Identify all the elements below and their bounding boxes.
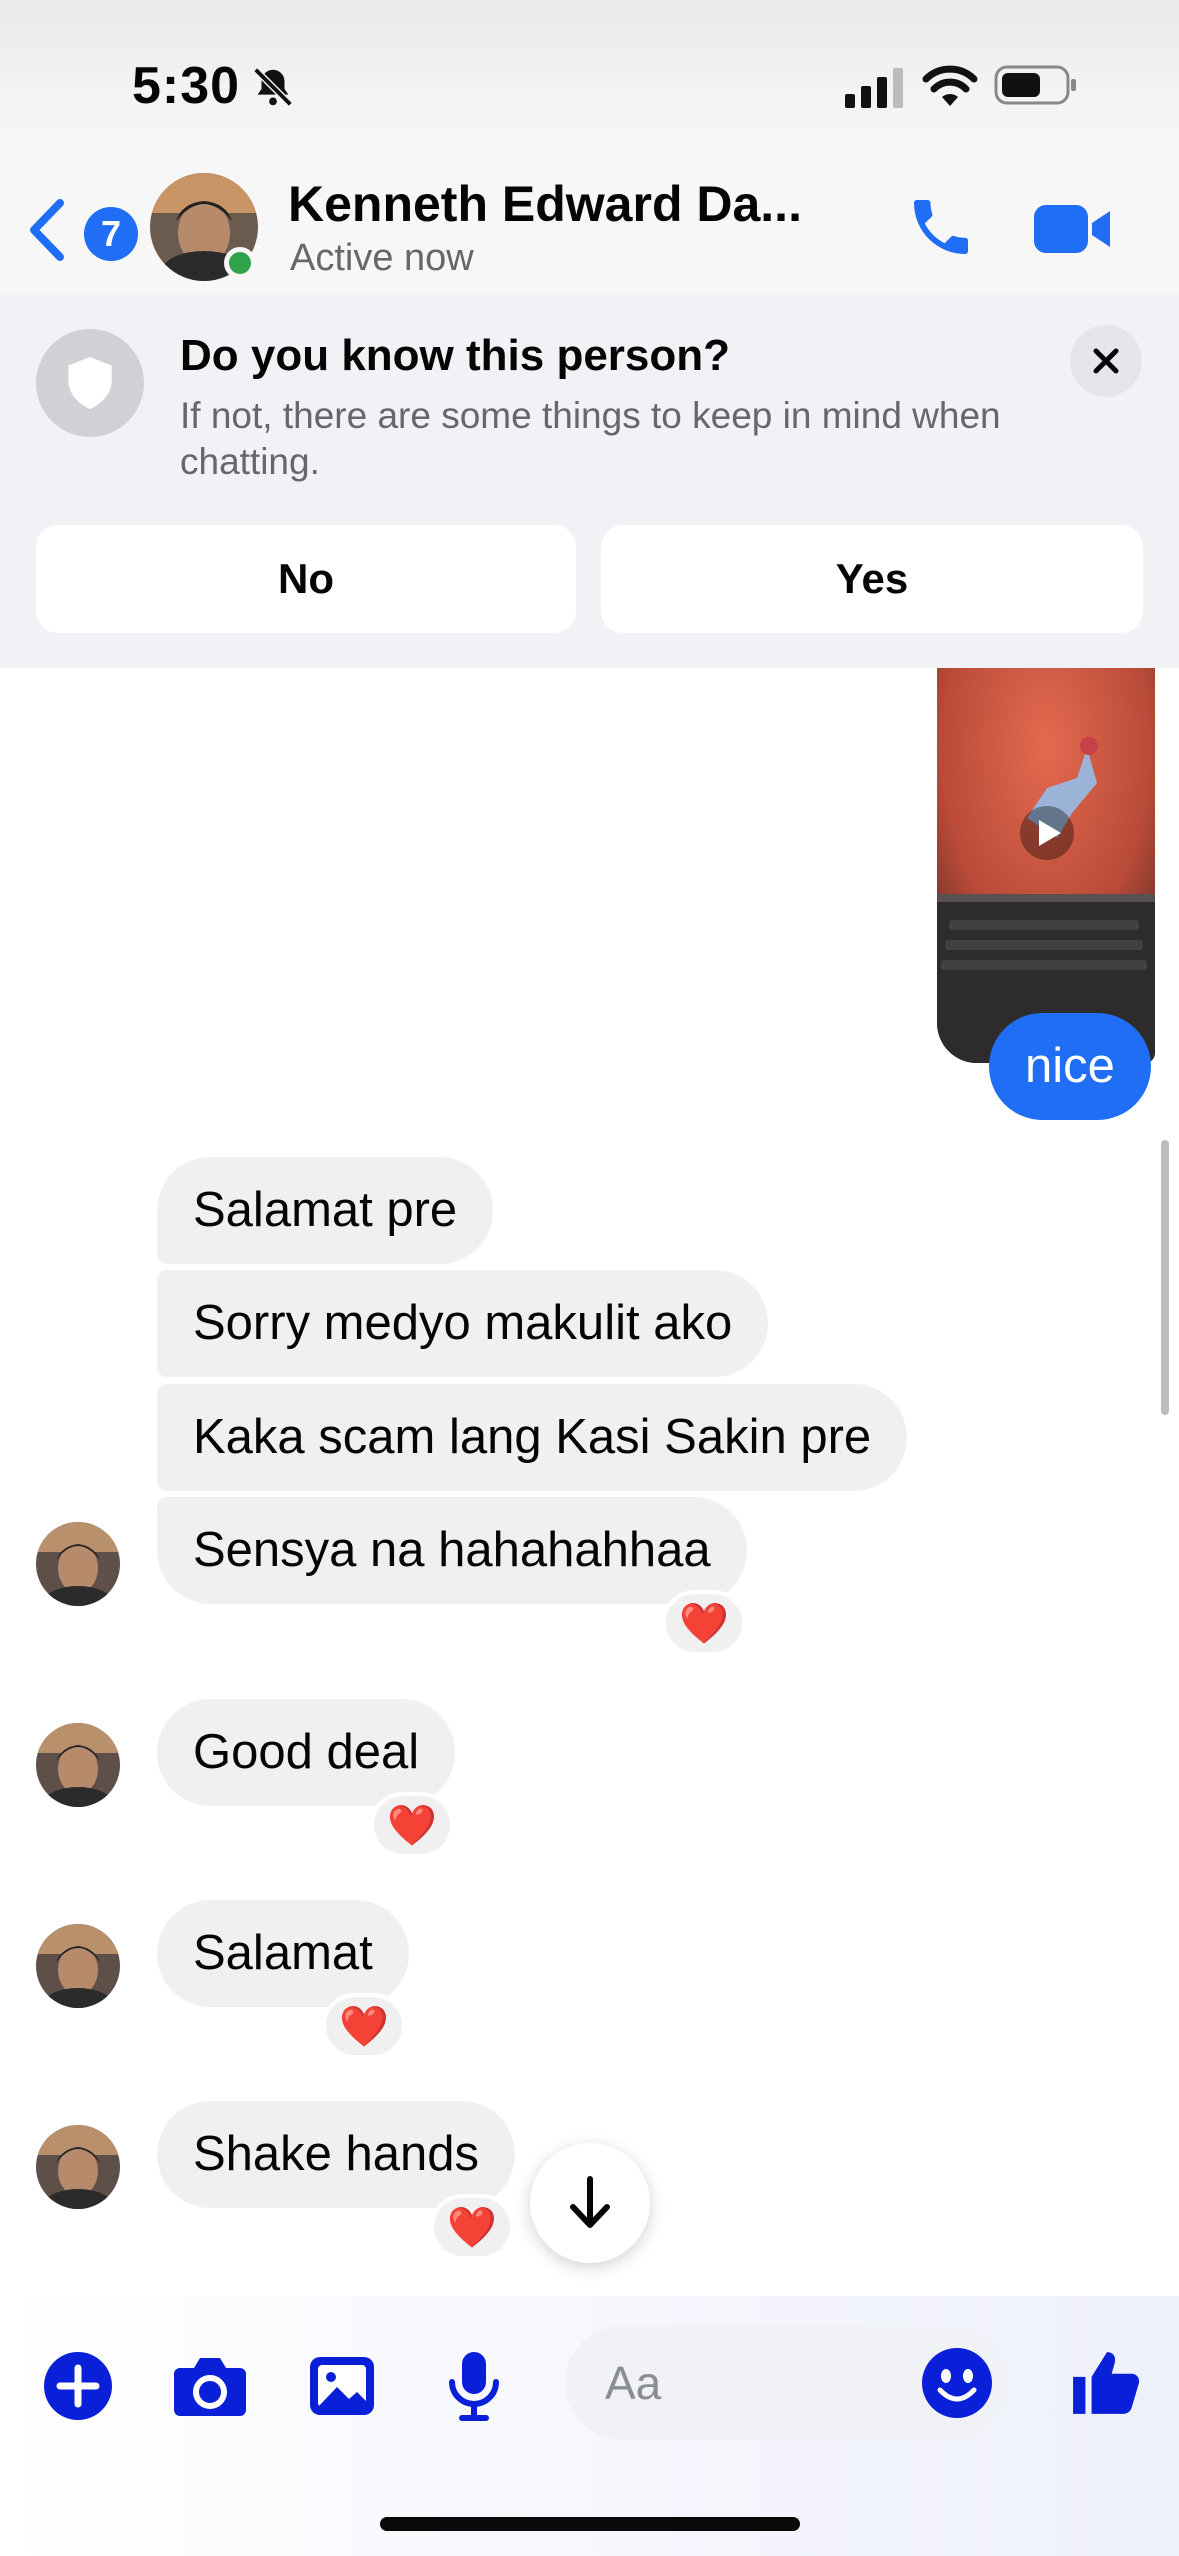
heart-reaction[interactable]: ❤️ bbox=[662, 1590, 746, 1656]
heart-reaction[interactable]: ❤️ bbox=[430, 2194, 514, 2260]
message-bubble-incoming[interactable]: Salamat pre bbox=[157, 1157, 494, 1264]
signal-icon bbox=[845, 68, 903, 108]
plus-button[interactable] bbox=[38, 2346, 118, 2426]
avatar[interactable] bbox=[36, 1723, 120, 1807]
arrow-down-icon bbox=[570, 2176, 610, 2228]
heart-reaction[interactable]: ❤️ bbox=[370, 1792, 454, 1858]
shield-icon bbox=[68, 357, 112, 409]
status-bar: 5:30 bbox=[0, 0, 1179, 165]
bell-slash-icon bbox=[253, 67, 293, 107]
message-input-container bbox=[565, 2326, 1007, 2440]
shield-badge bbox=[36, 329, 144, 437]
safety-banner: Do you know this person? If not, there a… bbox=[0, 295, 1179, 668]
message-bubble-incoming[interactable]: Sensya na hahahahhaa bbox=[157, 1497, 747, 1604]
thumbs-up-icon bbox=[1073, 2352, 1140, 2414]
battery-icon bbox=[994, 65, 1076, 105]
banner-text: If not, there are some things to keep in… bbox=[180, 395, 1001, 482]
message-bubble-incoming[interactable]: Sorry medyo makulit ako bbox=[157, 1270, 769, 1377]
status-time: 5:30 bbox=[132, 57, 241, 115]
contact-name[interactable]: Kenneth Edward Da... bbox=[288, 175, 802, 233]
avatar[interactable] bbox=[36, 2125, 120, 2209]
heart-icon: ❤️ bbox=[447, 2205, 497, 2250]
message-bubble-incoming[interactable]: Kaka scam lang Kasi Sakin pre bbox=[157, 1384, 908, 1491]
wifi-icon bbox=[922, 65, 978, 106]
plus-circle-icon bbox=[44, 2352, 112, 2420]
unread-count-badge: 7 bbox=[84, 207, 138, 261]
no-button[interactable]: No bbox=[36, 525, 576, 633]
microphone-button[interactable] bbox=[434, 2346, 514, 2426]
conversation-header: 7 Kenneth Edward Da... Active now bbox=[0, 165, 1179, 295]
message-bubble-outgoing[interactable]: nice bbox=[989, 1013, 1151, 1120]
close-button[interactable] bbox=[1070, 325, 1142, 397]
message-input[interactable] bbox=[605, 2326, 935, 2440]
avatar[interactable] bbox=[36, 1924, 120, 2008]
heart-reaction[interactable]: ❤️ bbox=[322, 1993, 406, 2059]
phone-icon[interactable] bbox=[905, 191, 977, 263]
online-status-dot bbox=[224, 247, 256, 279]
contact-status: Active now bbox=[290, 237, 474, 279]
message-bubble-incoming[interactable]: Salamat bbox=[157, 1900, 409, 2007]
like-button[interactable] bbox=[1062, 2338, 1152, 2428]
heart-icon: ❤️ bbox=[339, 2004, 389, 2049]
banner-title: Do you know this person? bbox=[180, 331, 731, 380]
microphone-icon bbox=[449, 2352, 499, 2421]
emoji-icon[interactable] bbox=[920, 2346, 994, 2420]
message-bubble-incoming[interactable]: Shake hands bbox=[157, 2101, 516, 2208]
scrollbar[interactable] bbox=[1161, 1140, 1169, 1415]
video-camera-icon[interactable] bbox=[1032, 201, 1114, 257]
gallery-icon bbox=[310, 2357, 374, 2415]
home-indicator bbox=[380, 2517, 800, 2531]
chevron-left-icon bbox=[30, 199, 64, 261]
gallery-button[interactable] bbox=[302, 2346, 382, 2426]
video-thumbnail bbox=[937, 668, 1155, 1063]
video-attachment[interactable] bbox=[937, 668, 1155, 1063]
scroll-to-bottom-button[interactable] bbox=[530, 2143, 650, 2263]
heart-icon: ❤️ bbox=[679, 1601, 729, 1646]
message-bubble-incoming[interactable]: Good deal bbox=[157, 1699, 456, 1806]
camera-button[interactable] bbox=[170, 2346, 250, 2426]
heart-icon: ❤️ bbox=[387, 1803, 437, 1848]
camera-icon bbox=[174, 2358, 246, 2416]
close-icon bbox=[1093, 348, 1119, 374]
yes-button[interactable]: Yes bbox=[601, 525, 1143, 633]
avatar[interactable] bbox=[36, 1522, 120, 1606]
back-button[interactable]: 7 bbox=[22, 195, 138, 265]
